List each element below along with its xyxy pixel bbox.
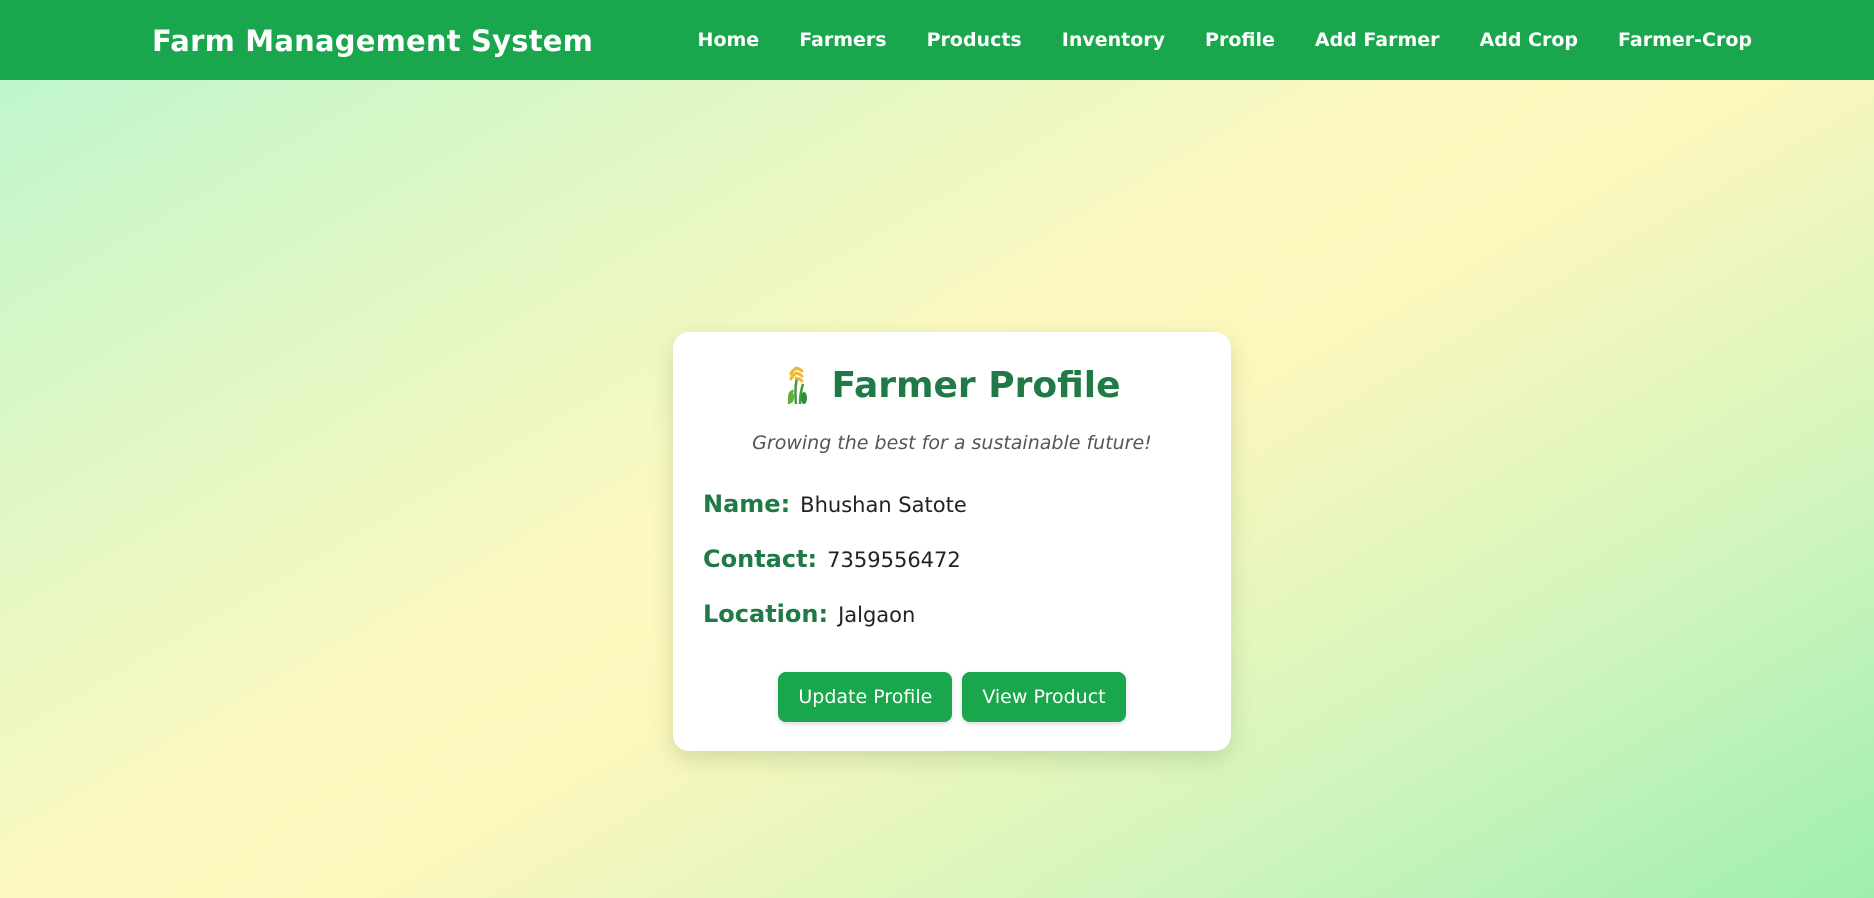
field-location: Location: Jalgaon bbox=[703, 600, 915, 628]
update-profile-button[interactable]: Update Profile bbox=[778, 672, 953, 722]
card-title-row: Farmer Profile bbox=[673, 364, 1231, 406]
nav-links: Home Farmers Products Inventory Profile … bbox=[698, 0, 1752, 80]
profile-card: Farmer Profile Growing the best for a su… bbox=[673, 332, 1231, 751]
nav-add-farmer[interactable]: Add Farmer bbox=[1315, 29, 1440, 51]
nav-inventory[interactable]: Inventory bbox=[1062, 29, 1165, 51]
nav-add-crop[interactable]: Add Crop bbox=[1480, 29, 1579, 51]
field-contact-value: 7359556472 bbox=[827, 548, 961, 572]
field-location-value: Jalgaon bbox=[838, 603, 916, 627]
nav-profile[interactable]: Profile bbox=[1205, 29, 1275, 51]
nav-home[interactable]: Home bbox=[698, 29, 760, 51]
field-name-value: Bhushan Satote bbox=[800, 493, 967, 517]
wheat-icon bbox=[783, 364, 811, 406]
card-title: Farmer Profile bbox=[831, 364, 1121, 406]
field-name: Name: Bhushan Satote bbox=[703, 490, 967, 518]
field-contact-label: Contact: bbox=[703, 545, 818, 573]
nav-farmer-crop[interactable]: Farmer-Crop bbox=[1618, 29, 1752, 51]
field-location-label: Location: bbox=[703, 600, 829, 628]
brand-title[interactable]: Farm Management System bbox=[152, 0, 593, 80]
card-actions: Update Profile View Product bbox=[673, 672, 1231, 722]
nav-products[interactable]: Products bbox=[927, 29, 1022, 51]
nav-farmers[interactable]: Farmers bbox=[799, 29, 886, 51]
tagline: Growing the best for a sustainable futur… bbox=[752, 432, 1152, 454]
navbar: Farm Management System Home Farmers Prod… bbox=[0, 0, 1874, 80]
view-product-button[interactable]: View Product bbox=[962, 672, 1126, 722]
field-contact: Contact: 7359556472 bbox=[703, 545, 961, 573]
field-name-label: Name: bbox=[703, 490, 791, 518]
